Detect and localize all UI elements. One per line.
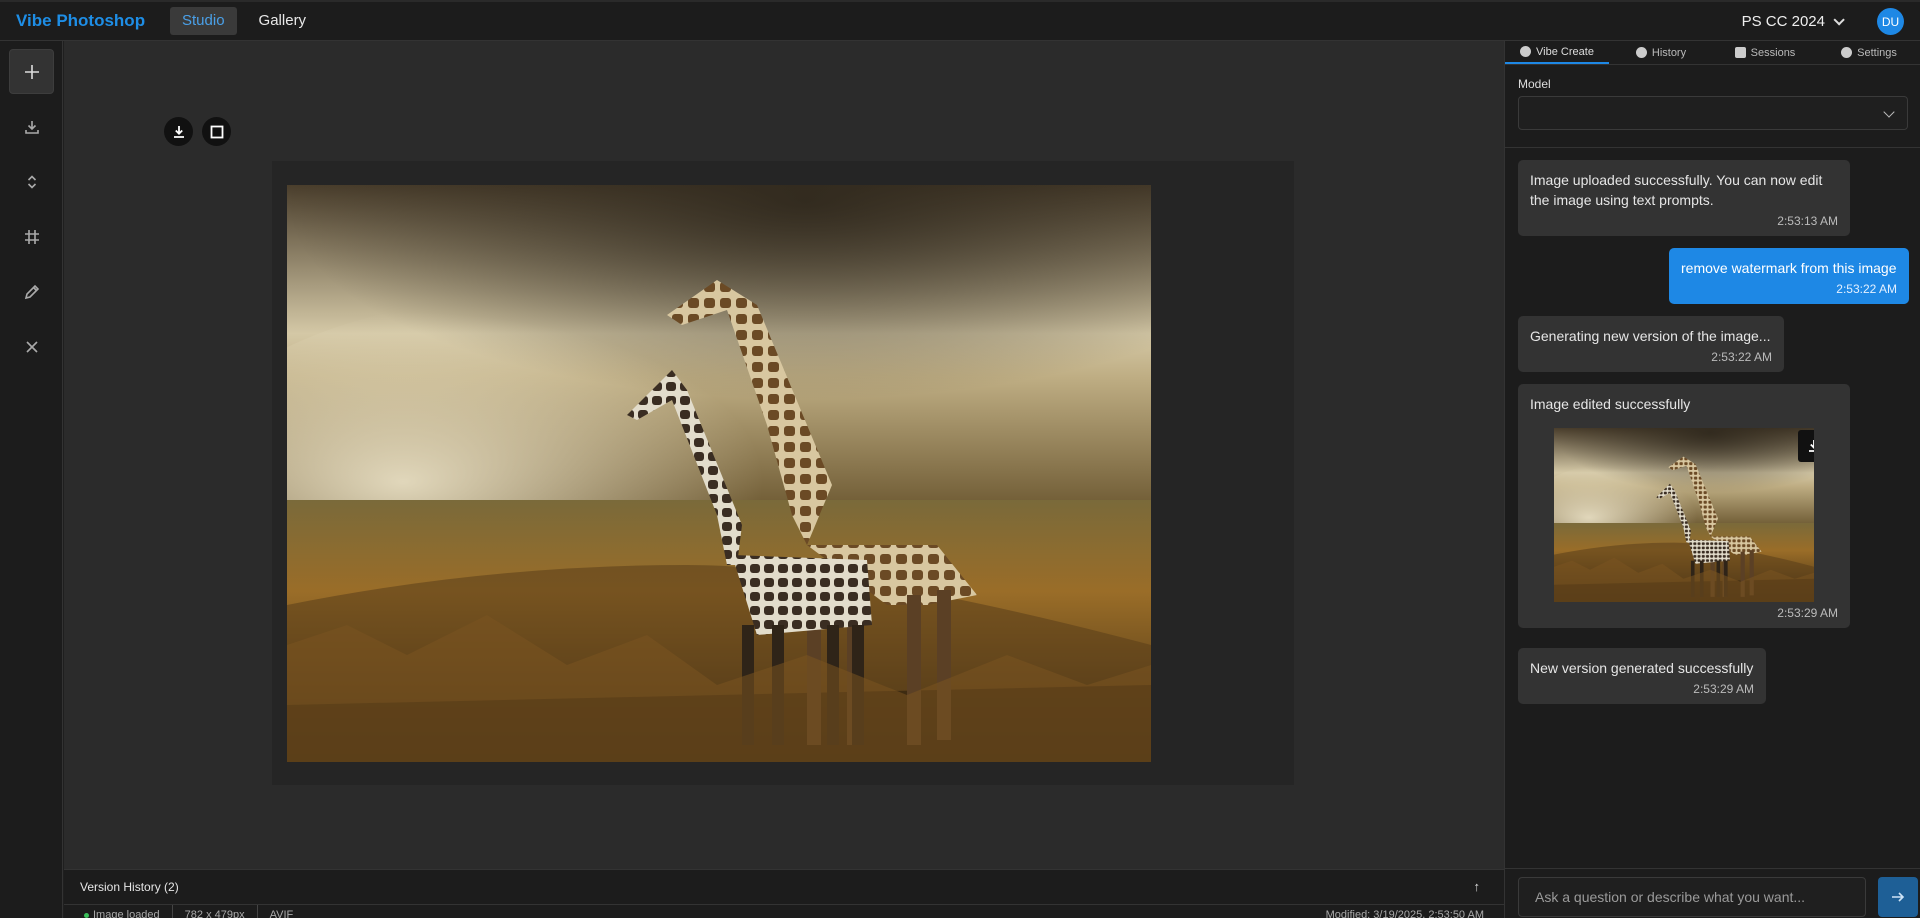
left-toolbar xyxy=(0,41,63,918)
clock-icon xyxy=(1635,47,1647,58)
chat-message-time: 2:53:13 AM xyxy=(1777,214,1838,228)
download-tool-button[interactable] xyxy=(9,104,54,149)
expand-vertical-icon xyxy=(27,174,36,189)
tab-sessions[interactable]: Sessions xyxy=(1713,41,1817,64)
model-select[interactable] xyxy=(1518,96,1908,130)
download-icon xyxy=(173,125,184,138)
thumbnail-download-button[interactable] xyxy=(1798,430,1814,462)
clear-tool-button[interactable] xyxy=(9,324,54,369)
chat-message: New version generated successfully 2:53:… xyxy=(1518,648,1766,704)
chat-message-image: Image edited successfully 2:53:29 AM xyxy=(1518,384,1850,628)
arrow-right-icon xyxy=(1892,892,1905,902)
tab-history[interactable]: History xyxy=(1609,41,1713,64)
top-right-controls: PS CC 2024 DU xyxy=(1742,2,1904,41)
new-tool-button[interactable] xyxy=(9,49,54,94)
main-image[interactable] xyxy=(287,185,1151,762)
chat-input[interactable] xyxy=(1518,877,1866,917)
chat-message-text: Generating new version of the image... xyxy=(1530,328,1771,344)
pencil-icon xyxy=(24,284,39,299)
status-modified: Modified: 3/19/2025, 2:53:50 AM xyxy=(1325,909,1484,918)
version-select-value: PS CC 2024 xyxy=(1741,13,1825,30)
chat-message-text: Image uploaded successfully. You can now… xyxy=(1530,172,1823,208)
chat-message-user: remove watermark from this image 2:53:22… xyxy=(1669,248,1909,304)
resize-tool-button[interactable] xyxy=(9,159,54,204)
folder-icon xyxy=(1734,47,1746,58)
crop-tool-button[interactable] xyxy=(9,214,54,259)
tab-vibe-create[interactable]: Vibe Create xyxy=(1505,41,1609,64)
nav-tab-studio[interactable]: Studio xyxy=(170,7,237,35)
chat-composer xyxy=(1505,868,1920,918)
edited-image-thumbnail[interactable] xyxy=(1554,428,1814,602)
chat-message-time: 2:53:22 AM xyxy=(1836,282,1897,296)
top-bar: Vibe Photoshop Studio Gallery PS CC 2024… xyxy=(0,0,1920,41)
brand-logo[interactable]: Vibe Photoshop xyxy=(16,11,160,31)
chat-message: Image uploaded successfully. You can now… xyxy=(1518,160,1850,236)
giraffe-thumbnail xyxy=(1554,428,1814,602)
app-root: Vibe Photoshop Studio Gallery PS CC 2024… xyxy=(0,0,1920,918)
chevron-down-icon xyxy=(1883,106,1895,118)
square-icon xyxy=(210,125,223,138)
version-history-label: Version History (2) xyxy=(80,880,179,894)
chat-message-text: New version generated successfully xyxy=(1530,660,1754,676)
version-history-bar[interactable]: Version History (2) ↑ xyxy=(64,869,1504,904)
nav-tab-gallery[interactable]: Gallery xyxy=(247,7,319,35)
plus-icon xyxy=(24,64,39,79)
download-icon xyxy=(24,120,39,134)
status-format: AVIF xyxy=(269,909,294,918)
avatar[interactable]: DU xyxy=(1877,8,1904,35)
tab-settings-label: Settings xyxy=(1857,46,1897,59)
tab-vibe-create-label: Vibe Create xyxy=(1536,45,1594,58)
chat-message-text: remove watermark from this image xyxy=(1681,260,1897,276)
status-dimensions: 782 x 479px xyxy=(185,905,258,918)
chat-message: Generating new version of the image... 2… xyxy=(1518,316,1784,372)
crop-icon xyxy=(24,229,39,244)
canvas-download-button[interactable] xyxy=(164,117,193,146)
chat-message-time: 2:53:29 AM xyxy=(1693,682,1754,696)
tab-settings[interactable]: Settings xyxy=(1817,41,1920,64)
status-state: Image loaded xyxy=(84,905,173,918)
version-select[interactable]: PS CC 2024 xyxy=(1741,13,1845,30)
panel-tabs: Vibe Create History Sessions Settings xyxy=(1505,41,1920,65)
download-icon xyxy=(1809,440,1814,452)
status-bar: Image loaded 782 x 479px AVIF Modified: … xyxy=(64,904,1504,918)
status-state-text: Image loaded xyxy=(93,909,160,918)
chat-message-text: Image edited successfully xyxy=(1530,396,1691,412)
arrow-up-icon[interactable]: ↑ xyxy=(1474,879,1481,894)
chevron-down-icon xyxy=(1833,13,1845,26)
plus-circle-icon xyxy=(1520,46,1532,57)
canvas-fit-button[interactable] xyxy=(202,117,231,146)
send-button[interactable] xyxy=(1878,877,1918,917)
gear-icon xyxy=(1841,47,1853,58)
chat-message-time: 2:53:29 AM xyxy=(1777,606,1838,620)
giraffe-photo xyxy=(287,185,1151,762)
panel-divider xyxy=(1505,147,1920,148)
status-dot-icon xyxy=(84,912,89,918)
tab-history-label: History xyxy=(1651,46,1687,59)
chat-message-time: 2:53:22 AM xyxy=(1711,350,1772,364)
model-label: Model xyxy=(1518,77,1551,91)
close-icon xyxy=(25,340,38,353)
tab-sessions-label: Sessions xyxy=(1750,46,1796,59)
right-panel: Vibe Create History Sessions Settings Mo… xyxy=(1504,41,1920,918)
brush-tool-button[interactable] xyxy=(9,269,54,314)
